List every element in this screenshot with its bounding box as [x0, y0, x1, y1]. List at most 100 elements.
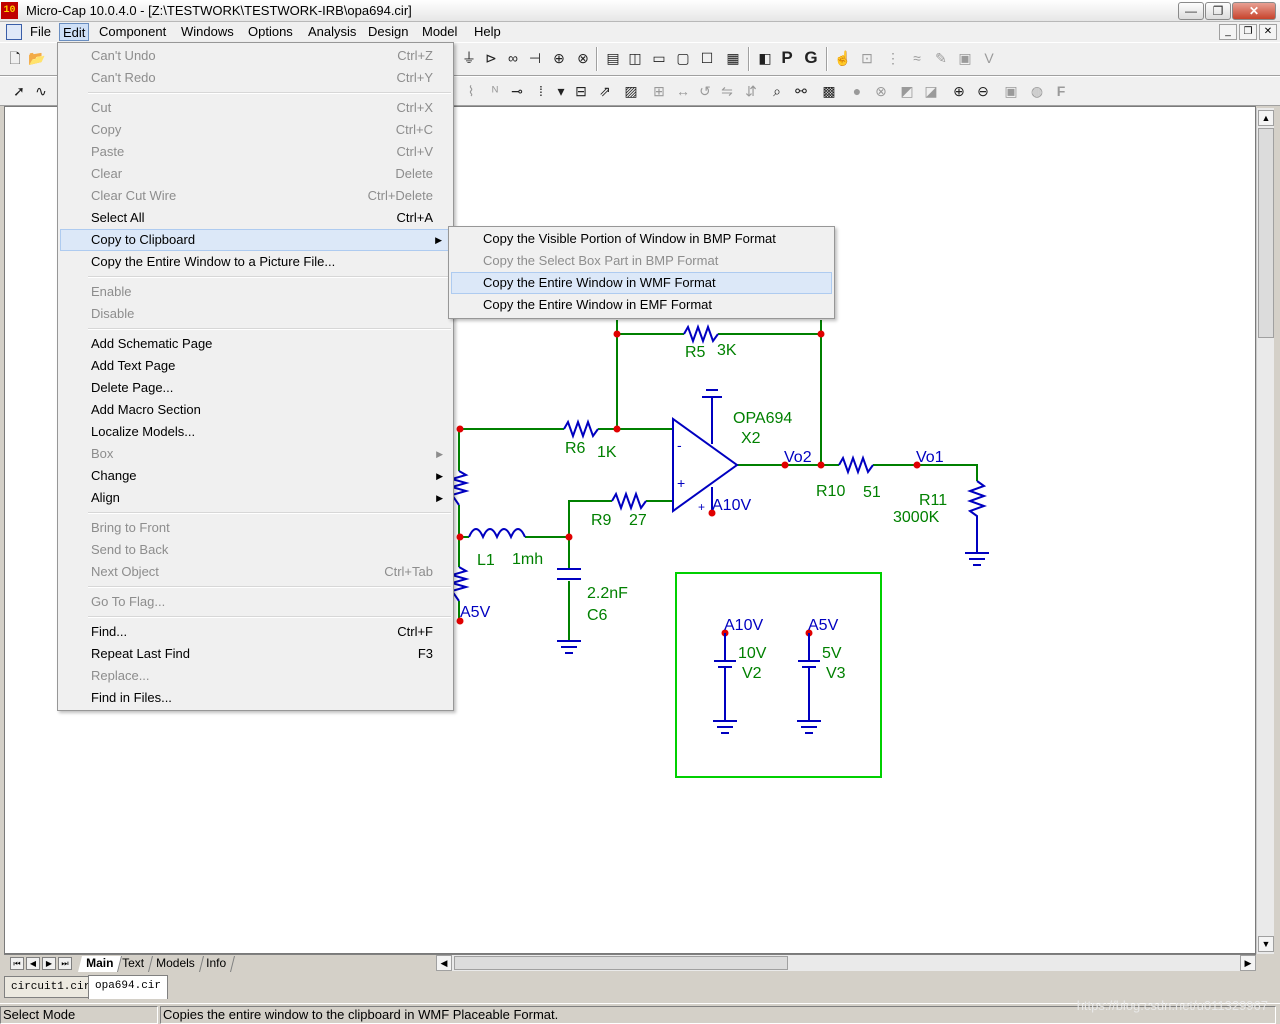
menu-item-find-in-files[interactable]: Find in Files... [58, 687, 453, 709]
menu-component[interactable]: Component [96, 23, 169, 41]
zoom-fit-icon[interactable]: ⊡ [858, 49, 876, 67]
new-file-icon[interactable]: 🗋 [6, 49, 24, 67]
menu-item-redo[interactable]: Can't Redo Ctrl+Y [58, 67, 453, 89]
rotate-icon[interactable]: ↺ [696, 82, 714, 100]
wire-mode-icon[interactable]: ∿ [32, 82, 50, 100]
node-number-icon[interactable]: ᴺ [486, 82, 504, 100]
mdi-close-button[interactable]: ✕ [1259, 24, 1277, 40]
pointer-icon[interactable]: ⇗ [596, 82, 614, 100]
globe-icon[interactable]: ◍ [1028, 82, 1046, 100]
font-icon[interactable]: F [1052, 82, 1070, 100]
menu-item-undo[interactable]: Can't Undo Ctrl+Z [58, 45, 453, 67]
submenu-item-copy-entire-wmf[interactable]: Copy the Entire Window in WMF Format [451, 272, 832, 294]
grid-text-icon[interactable]: G [802, 49, 820, 67]
find-icon[interactable]: ⌕ [768, 82, 786, 100]
dropdown-arrow-icon[interactable]: ▾ [552, 82, 570, 100]
horizontal-scrollbar[interactable]: ◀ ▶ [436, 955, 1256, 971]
expand-icon[interactable]: ⊞ [650, 82, 668, 100]
window-icon[interactable]: ▢ [674, 49, 692, 67]
menu-edit[interactable]: Edit [59, 23, 90, 41]
next-page-icon[interactable]: ▶ [42, 957, 56, 970]
menu-item-clear[interactable]: Clear Delete [58, 163, 453, 185]
scroll-up-arrow-icon[interactable]: ▲ [1258, 110, 1274, 126]
menu-item-add-schematic-page[interactable]: Add Schematic Page [58, 333, 453, 355]
menu-model[interactable]: Model [419, 23, 460, 41]
properties-icon[interactable]: ▨ [622, 82, 640, 100]
tab-models[interactable]: Models [148, 956, 204, 972]
camera-icon[interactable]: ▣ [1002, 82, 1020, 100]
flip-v-icon[interactable]: ⇵ [742, 82, 760, 100]
menu-item-next-object[interactable]: Next Object Ctrl+Tab [58, 561, 453, 583]
binoculars-icon[interactable]: ⚯ [792, 82, 810, 100]
menu-item-copy[interactable]: Copy Ctrl+C [58, 119, 453, 141]
tab-info[interactable]: Info [198, 956, 236, 972]
menu-item-delete-page[interactable]: Delete Page... [58, 377, 453, 399]
menu-item-box[interactable]: Box ▶ [58, 443, 453, 465]
step-icon[interactable]: ⌇ [462, 82, 480, 100]
restore-button[interactable]: ❐ [1205, 2, 1231, 20]
menu-item-repeat-last-find[interactable]: Repeat Last Find F3 [58, 643, 453, 665]
pin-icon[interactable]: ⊗ [574, 49, 592, 67]
first-page-icon[interactable]: ⏮ [10, 957, 24, 970]
menu-item-find[interactable]: Find... Ctrl+F [58, 621, 453, 643]
file-tab-opa694[interactable]: opa694.cir [88, 975, 169, 999]
menu-item-align[interactable]: Align ▶ [58, 487, 453, 509]
enable-icon[interactable]: ● [848, 82, 866, 100]
vertical-scroll-thumb[interactable] [1258, 128, 1274, 338]
menu-item-add-text-page[interactable]: Add Text Page [58, 355, 453, 377]
menu-item-paste[interactable]: Paste Ctrl+V [58, 141, 453, 163]
capacitor-icon[interactable]: ⊣ [526, 49, 544, 67]
wave-icon[interactable]: ≈ [908, 49, 926, 67]
mdi-restore-button[interactable]: ❐ [1239, 24, 1257, 40]
menu-item-clear-cut-wire[interactable]: Clear Cut Wire Ctrl+Delete [58, 185, 453, 207]
select-arrow-icon[interactable]: ➚ [10, 82, 28, 100]
flip-h-icon[interactable]: ↔ [674, 82, 692, 100]
frame-icon[interactable]: ▣ [956, 49, 974, 67]
close-button[interactable]: ✕ [1232, 2, 1276, 20]
menu-item-enable[interactable]: Enable [58, 281, 453, 303]
document-icon[interactable] [6, 24, 22, 40]
hand-icon[interactable]: ☝ [834, 49, 852, 67]
mdi-minimize-button[interactable]: _ [1219, 24, 1237, 40]
minimize-button[interactable]: — [1178, 2, 1204, 20]
menu-windows[interactable]: Windows [178, 23, 237, 41]
scroll-left-arrow-icon[interactable]: ◀ [436, 955, 452, 971]
tile-horizontal-icon[interactable]: ▭ [650, 49, 668, 67]
open-folder-icon[interactable]: 📂 [28, 49, 46, 67]
submenu-item-copy-select-box-bmp[interactable]: Copy the Select Box Part in BMP Format [449, 250, 834, 272]
menu-item-add-macro-section[interactable]: Add Macro Section [58, 399, 453, 421]
cascade-icon[interactable]: ▤ [604, 49, 622, 67]
calculator-icon[interactable]: ▦ [724, 49, 742, 67]
bring-front-icon[interactable]: ◩ [898, 82, 916, 100]
probe-icon[interactable]: P [778, 49, 796, 67]
last-page-icon[interactable]: ⏭ [58, 957, 72, 970]
box-select-icon[interactable]: ⊟ [572, 82, 590, 100]
app-icon[interactable]: 10 [1, 2, 18, 19]
diode-icon[interactable]: ⊳ [482, 49, 500, 67]
tile-vertical-icon[interactable]: ◫ [626, 49, 644, 67]
inductor-icon[interactable]: ∞ [504, 49, 522, 67]
menu-item-change[interactable]: Change ▶ [58, 465, 453, 487]
maximize-window-icon[interactable]: ☐ [698, 49, 716, 67]
menu-item-copy-to-picture-file[interactable]: Copy the Entire Window to a Picture File… [58, 251, 453, 273]
submenu-item-copy-entire-emf[interactable]: Copy the Entire Window in EMF Format [449, 294, 834, 316]
menu-item-bring-to-front[interactable]: Bring to Front [58, 517, 453, 539]
tab-text[interactable]: Text [114, 956, 154, 972]
dotted-grid-icon[interactable]: ⁞ [532, 82, 550, 100]
menu-item-send-to-back[interactable]: Send to Back [58, 539, 453, 561]
disable-icon[interactable]: ⊗ [872, 82, 890, 100]
prev-page-icon[interactable]: ◀ [26, 957, 40, 970]
send-back-icon[interactable]: ◪ [922, 82, 940, 100]
menu-item-disable[interactable]: Disable [58, 303, 453, 325]
source-icon[interactable]: ⊕ [550, 49, 568, 67]
pin-connect-icon[interactable]: ⊸ [508, 82, 526, 100]
scroll-down-arrow-icon[interactable]: ▼ [1258, 936, 1274, 952]
menu-item-select-all[interactable]: Select All Ctrl+A [58, 207, 453, 229]
menu-options[interactable]: Options [245, 23, 296, 41]
submenu-item-copy-visible-bmp[interactable]: Copy the Visible Portion of Window in BM… [449, 228, 834, 250]
vertical-scrollbar[interactable]: ▲ ▼ [1256, 108, 1274, 954]
pencil-icon[interactable]: ✎ [932, 49, 950, 67]
menu-item-localize-models[interactable]: Localize Models... [58, 421, 453, 443]
scroll-right-arrow-icon[interactable]: ▶ [1240, 955, 1256, 971]
voltage-icon[interactable]: V [980, 49, 998, 67]
